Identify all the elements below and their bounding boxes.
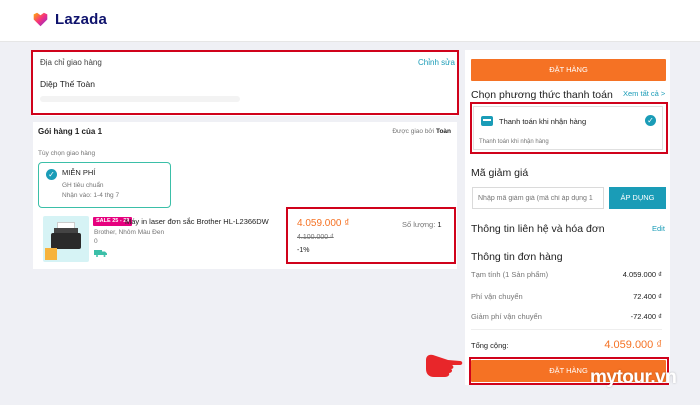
place-order-button-top[interactable]: ĐẶT HÀNG bbox=[471, 59, 666, 81]
summary-row-shipping-discount: Giảm phí vận chuyển -72.400 ₫ bbox=[471, 312, 662, 321]
product-name[interactable]: Máy in laser đơn sắc Brother HL-L2366DW bbox=[125, 217, 269, 226]
voucher-input[interactable] bbox=[472, 187, 604, 209]
check-icon: ✓ bbox=[46, 169, 57, 180]
address-edit-link[interactable]: Chỉnh sửa bbox=[418, 58, 455, 67]
product-discount: -1% bbox=[297, 247, 310, 254]
lazada-logo[interactable]: Lazada bbox=[32, 11, 107, 28]
voucher-heading: Mã giảm giá bbox=[471, 167, 529, 179]
mytour-watermark: mytour.vn bbox=[590, 367, 677, 388]
shipping-type: GH tiêu chuẩn bbox=[62, 182, 104, 189]
product-variant: Brother, Nhôm Màu Đen bbox=[94, 229, 165, 236]
address-detail-blurred bbox=[40, 96, 240, 102]
recipient-name: Diệp Thế Toàn bbox=[40, 79, 95, 89]
product-quantity: Số lượng: 1 bbox=[402, 220, 442, 229]
package-title: Gói hàng 1 của 1 bbox=[38, 127, 103, 136]
shipping-free-label: MIỄN PHÍ bbox=[62, 168, 96, 177]
product-count: 0 bbox=[94, 238, 98, 245]
summary-row-subtotal: Tạm tính (1 Sản phẩm) 4.059.000 ₫ bbox=[471, 270, 662, 279]
summary-heading: Thông tin đơn hàng bbox=[471, 251, 563, 263]
shipped-by: Được giao bởi Toàn bbox=[392, 128, 451, 135]
summary-total: Tổng cộng: 4.059.000 ₫ bbox=[471, 339, 662, 351]
product-image[interactable] bbox=[43, 216, 89, 262]
shipping-option-card[interactable]: ✓ MIỄN PHÍ GH tiêu chuẩn Nhận vào: 1-4 t… bbox=[38, 162, 171, 208]
check-icon: ✓ bbox=[645, 115, 656, 126]
shipping-option-label: Tùy chọn giao hàng bbox=[38, 150, 96, 157]
lazada-heart-icon bbox=[33, 12, 48, 27]
address-title: Địa chỉ giao hàng bbox=[40, 58, 102, 67]
summary-row-shipping: Phí vận chuyển 72.400 ₫ bbox=[471, 292, 662, 301]
payment-see-all-link[interactable]: Xem tất cả > bbox=[623, 89, 665, 98]
contact-heading: Thông tin liên hệ và hóa đơn bbox=[471, 223, 605, 235]
product-price: 4.059.000 ₫ bbox=[297, 218, 350, 229]
shipping-eta: Nhận vào: 1-4 thg 7 bbox=[62, 192, 120, 199]
product-original-price: 4.100.000 ₫ bbox=[297, 234, 334, 241]
payment-heading: Chọn phương thức thanh toán bbox=[471, 89, 613, 101]
cash-icon bbox=[481, 116, 493, 126]
truck-icon bbox=[94, 250, 107, 257]
pointing-hand-icon bbox=[426, 354, 463, 377]
contact-edit-link[interactable]: Edit bbox=[652, 224, 665, 233]
brand-name: Lazada bbox=[55, 11, 108, 28]
payment-method-name: Thanh toán khi nhận hàng bbox=[499, 117, 587, 126]
top-header: Lazada bbox=[0, 0, 700, 42]
payment-method-card[interactable]: Thanh toán khi nhận hàng ✓ Thanh toán kh… bbox=[473, 106, 663, 150]
payment-method-sub: Thanh toán khi nhận hàng bbox=[479, 139, 549, 145]
voucher-apply-button[interactable]: ÁP DỤNG bbox=[609, 187, 666, 209]
summary-divider bbox=[471, 329, 662, 330]
